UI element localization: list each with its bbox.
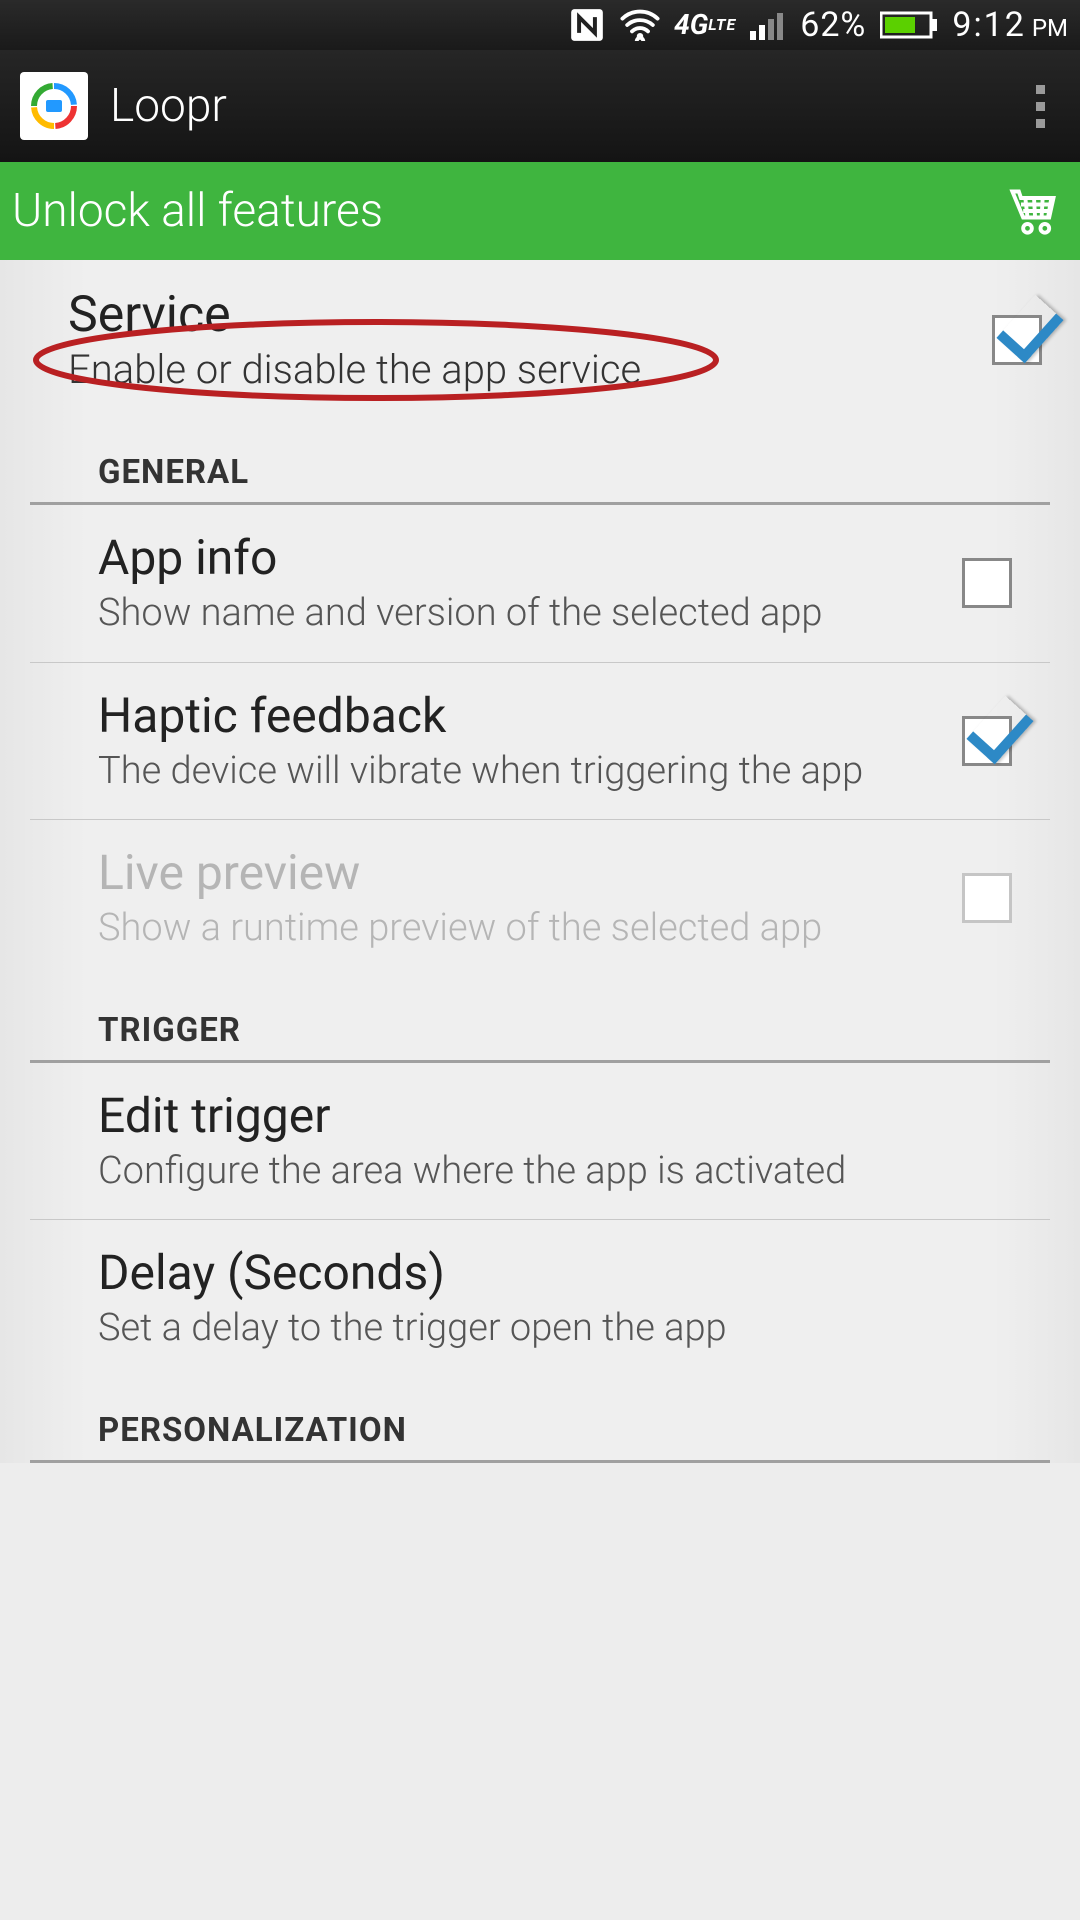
- section-personalization: PERSONALIZATION: [30, 1377, 1050, 1463]
- pref-title: Service: [68, 286, 992, 344]
- unlock-banner[interactable]: Unlock all features: [0, 162, 1080, 260]
- pref-subtitle: Set a delay to the trigger open the app: [98, 1305, 992, 1353]
- signal-icon: [750, 10, 786, 40]
- pref-subtitle: Configure the area where the app is acti…: [98, 1148, 992, 1196]
- pref-title: Edit trigger: [98, 1087, 992, 1144]
- app-title: Loopr: [110, 79, 1020, 133]
- section-trigger: TRIGGER: [30, 977, 1050, 1063]
- nfc-icon: [568, 6, 606, 44]
- app-bar: Loopr: [0, 50, 1080, 162]
- battery-percentage: 62%: [800, 5, 866, 45]
- pref-title: Live preview: [98, 844, 942, 901]
- unlock-label: Unlock all features: [12, 184, 383, 238]
- pref-subtitle: Show name and version of the selected ap…: [98, 590, 942, 638]
- pref-title: App info: [98, 529, 942, 586]
- network-4g-lte-icon: 4GLTE: [674, 14, 736, 36]
- clock: 9:12PM: [952, 5, 1068, 45]
- pref-title: Delay (Seconds): [98, 1244, 992, 1301]
- checkbox-service[interactable]: [992, 315, 1042, 365]
- pref-service[interactable]: Service Enable or disable the app servic…: [0, 260, 1080, 419]
- settings-list: Service Enable or disable the app servic…: [0, 260, 1080, 1463]
- pref-delay[interactable]: Delay (Seconds) Set a delay to the trigg…: [30, 1220, 1050, 1377]
- pref-haptic[interactable]: Haptic feedback The device will vibrate …: [30, 663, 1050, 821]
- overflow-menu-icon[interactable]: [1020, 85, 1060, 128]
- section-general: GENERAL: [30, 419, 1050, 505]
- battery-icon: [880, 10, 938, 40]
- wifi-icon: [620, 9, 660, 41]
- checkbox-haptic[interactable]: [962, 716, 1012, 766]
- checkbox-app-info[interactable]: [962, 558, 1012, 608]
- pref-app-info[interactable]: App info Show name and version of the se…: [30, 505, 1050, 663]
- pref-title: Haptic feedback: [98, 687, 942, 744]
- pref-live-preview: Live preview Show a runtime preview of t…: [30, 820, 1050, 977]
- pref-subtitle: Enable or disable the app service: [68, 346, 992, 393]
- cart-icon: [1008, 187, 1060, 235]
- app-icon[interactable]: [20, 72, 88, 140]
- pref-subtitle: Show a runtime preview of the selected a…: [98, 905, 942, 953]
- pref-subtitle: The device will vibrate when triggering …: [98, 748, 942, 796]
- pref-edit-trigger[interactable]: Edit trigger Configure the area where th…: [30, 1063, 1050, 1221]
- checkbox-live-preview: [962, 873, 1012, 923]
- status-bar: 4GLTE 62% 9:12PM: [0, 0, 1080, 50]
